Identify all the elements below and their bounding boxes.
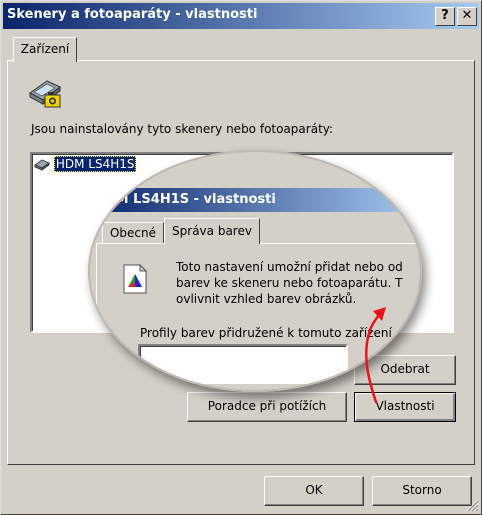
resize-grip-icon[interactable] xyxy=(465,498,479,512)
red-arrow-icon xyxy=(340,290,400,410)
scanner-camera-icon xyxy=(27,73,63,109)
close-icon: ✕ xyxy=(461,8,473,23)
tab-devices-label: Zařízení xyxy=(20,42,70,56)
scanner-icon xyxy=(34,156,50,172)
troubleshoot-button-label: Poradce při potížích xyxy=(207,399,327,413)
tab-devices[interactable]: Zařízení xyxy=(13,37,77,62)
cancel-button-label: Storno xyxy=(402,483,442,497)
help-icon: ? xyxy=(441,8,449,23)
troubleshoot-button[interactable]: Poradce při potížích xyxy=(187,392,347,422)
window-title: Skenery a fotoaparáty - vlastnosti xyxy=(7,7,258,22)
color-profile-icon xyxy=(122,263,148,294)
ok-button-label: OK xyxy=(305,483,323,497)
cancel-button[interactable]: Storno xyxy=(372,476,472,506)
list-item-label: HDM LS4H1S xyxy=(53,156,137,172)
profiles-list[interactable] xyxy=(138,344,348,384)
description-line-3: ovlivnit vzhled barev obrázků. xyxy=(176,292,357,306)
inner-window-title: HDM LS4H1S - vlastnosti xyxy=(94,192,276,207)
title-bar[interactable]: Skenery a fotoaparáty - vlastnosti ? ✕ xyxy=(3,3,479,29)
ok-button[interactable]: OK xyxy=(264,476,364,506)
description-line-2: barev ke skeneru nebo fotoaparátu. T xyxy=(176,276,403,290)
tab-general-label: Obecné xyxy=(109,226,157,240)
inner-title-bar: HDM LS4H1S - vlastnosti xyxy=(88,188,422,212)
tab-color-management-label: Správa barev xyxy=(172,224,252,238)
tab-general[interactable]: Obecné xyxy=(102,222,164,244)
help-button[interactable]: ? xyxy=(435,7,455,26)
list-item[interactable]: HDM LS4H1S xyxy=(34,156,137,172)
device-list-label: Jsou nainstalovány tyto skenery nebo fot… xyxy=(31,122,334,136)
description-line-1: Toto nastavení umožní přidat nebo od xyxy=(176,260,403,274)
tab-color-management[interactable]: Správa barev xyxy=(164,218,260,244)
close-button[interactable]: ✕ xyxy=(457,7,477,26)
